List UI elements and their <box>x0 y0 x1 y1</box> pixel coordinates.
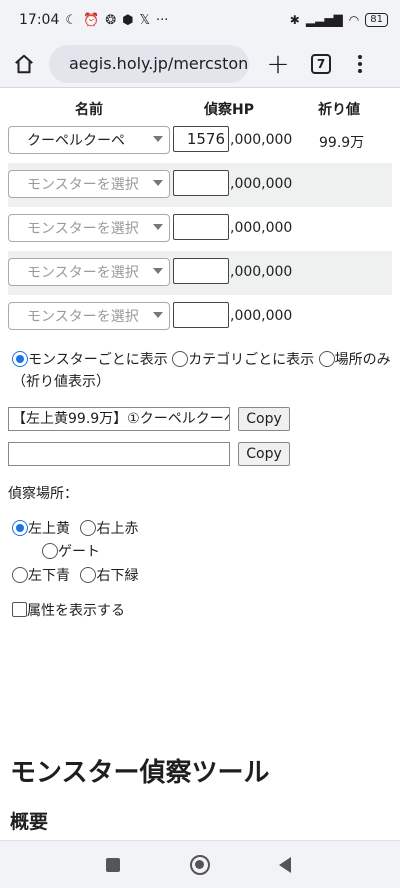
hp-suffix: ,000,000 <box>230 308 293 324</box>
status-system-icons: ✱ ▂▃▅▇ ◠ 81 <box>290 13 388 27</box>
recon-location-label: 偵察場所： <box>8 486 78 502</box>
hp-input[interactable] <box>173 258 229 284</box>
chevron-down-icon <box>153 312 163 318</box>
show-attribute-option[interactable]: 属性を表示する <box>12 600 125 620</box>
home-icon <box>15 54 33 73</box>
monster-select-value: モンスターを選択 <box>27 221 139 237</box>
chevron-down-icon <box>153 136 163 142</box>
location-option-top-left-yellow[interactable]: 左上黄 <box>12 520 70 537</box>
location-option-bottom-left-blue[interactable]: 左下青 <box>12 567 70 584</box>
output-text-1[interactable]: 【左上黄99.9万】①クーペルクーペ <box>8 407 230 431</box>
battery-icon: 81 <box>365 13 388 27</box>
radio-icon[interactable] <box>12 567 28 583</box>
signal-icon: ▂▃▅▇ <box>305 13 343 27</box>
monster-select[interactable]: モンスターを選択 <box>8 302 170 330</box>
output-text-2[interactable] <box>8 442 230 466</box>
checkbox-icon[interactable] <box>12 602 27 617</box>
monster-row: モンスターを選択 ,000,000 <box>8 163 392 207</box>
header-name: 名前 <box>75 102 103 118</box>
display-mode-option-location[interactable] <box>318 351 335 368</box>
status-notification-icons: ☾ ⏰ ❂ ⬢ 𝕏 ··· <box>65 13 168 28</box>
system-nav-bar <box>0 840 400 888</box>
browser-toolbar: aegis.holy.jp/mercstone + 7 <box>0 40 400 88</box>
moon-icon: ☾ <box>65 12 78 28</box>
browser-menu-button[interactable] <box>355 54 365 73</box>
app-icon: ❂ <box>105 12 117 28</box>
chevron-down-icon <box>153 180 163 186</box>
radio-selected-icon[interactable] <box>12 520 28 536</box>
location-row-top: 左上黄 右上赤 <box>12 518 144 538</box>
show-attribute-label: 属性を表示する <box>27 603 125 619</box>
monster-row: モンスターを選択 ,000,000 <box>8 207 392 251</box>
table-header: 名前 偵察HP 祈り値 <box>0 99 400 119</box>
radio-selected-icon[interactable] <box>12 351 28 367</box>
display-mode-group: モンスターごとに表示 カテゴリごとに表示 場所のみ（祈り値表示） <box>12 349 392 393</box>
location-option-gate[interactable]: ゲート <box>42 543 100 560</box>
header-pray: 祈り値 <box>318 102 360 118</box>
back-button[interactable] <box>279 857 291 873</box>
url-text: aegis.holy.jp/mercstone <box>69 54 249 73</box>
header-hp: 偵察HP <box>204 102 254 118</box>
location-row-gate: ゲート <box>42 541 106 561</box>
radio-icon[interactable] <box>80 520 97 536</box>
hp-suffix: ,000,000 <box>230 176 293 192</box>
shield-icon: ⬢ <box>122 12 134 28</box>
plus-icon: + <box>266 46 290 80</box>
status-time: 17:04 <box>19 12 60 28</box>
chevron-down-icon <box>153 224 163 230</box>
location-option-bottom-right-green[interactable]: 右下緑 <box>80 567 138 584</box>
wifi-icon: ◠ <box>348 13 360 27</box>
hp-input[interactable] <box>173 302 229 328</box>
copy-button-1[interactable]: Copy <box>238 407 290 431</box>
monster-select[interactable]: モンスターを選択 <box>8 170 170 198</box>
hp-suffix: ,000,000 <box>230 132 293 148</box>
chevron-down-icon <box>153 268 163 274</box>
hp-suffix: ,000,000 <box>230 264 293 280</box>
hp-input[interactable] <box>173 214 229 240</box>
display-mode-option-category[interactable]: カテゴリごとに表示 <box>172 351 314 368</box>
status-bar: 17:04 ☾ ⏰ ❂ ⬢ 𝕏 ··· ✱ ▂▃▅▇ ◠ 81 <box>0 0 400 40</box>
address-bar[interactable]: aegis.holy.jp/mercstone <box>49 44 249 83</box>
monster-select-value: モンスターを選択 <box>27 309 139 325</box>
monster-row: モンスターを選択 ,000,000 <box>8 251 392 295</box>
monster-select[interactable]: モンスターを選択 <box>8 258 170 286</box>
copy-button-2[interactable]: Copy <box>238 442 290 466</box>
page-title: モンスター偵察ツール <box>10 758 270 788</box>
monster-select-value: モンスターを選択 <box>27 265 139 281</box>
location-option-top-right-red[interactable]: 右上赤 <box>80 520 138 537</box>
monster-select[interactable]: モンスターを選択 <box>8 214 170 242</box>
home-nav-button[interactable] <box>190 855 210 875</box>
monster-row: モンスターを選択 ,000,000 <box>8 295 392 339</box>
location-row-bottom: 左下青 右下緑 <box>12 565 144 585</box>
alarm-icon: ⏰ <box>83 12 100 28</box>
home-button[interactable] <box>5 44 43 84</box>
new-tab-button[interactable]: + <box>263 49 293 79</box>
display-mode-option-monster[interactable]: モンスターごとに表示 <box>12 351 168 368</box>
bluetooth-icon: ✱ <box>289 13 300 27</box>
section-heading-overview: 概要 <box>10 811 49 833</box>
hp-input[interactable]: 1576 <box>173 126 229 152</box>
monster-select-value: クーペルクーペ <box>27 133 125 149</box>
radio-icon[interactable] <box>42 543 58 559</box>
more-notifications-icon: ··· <box>155 12 169 28</box>
monster-select[interactable]: クーペルクーペ <box>8 126 170 154</box>
recents-button[interactable] <box>106 858 120 872</box>
hp-suffix: ,000,000 <box>230 220 293 236</box>
tab-switcher-button[interactable]: 7 <box>311 53 331 74</box>
radio-icon[interactable] <box>318 351 335 367</box>
pray-value: 99.9万 <box>319 135 365 151</box>
monster-row: クーペルクーペ 1576 ,000,000 99.9万 <box>8 119 392 163</box>
hp-input[interactable] <box>173 170 229 196</box>
monster-select-value: モンスターを選択 <box>27 177 139 193</box>
x-icon: 𝕏 <box>139 12 150 28</box>
radio-icon[interactable] <box>172 351 189 367</box>
radio-icon[interactable] <box>80 567 97 583</box>
